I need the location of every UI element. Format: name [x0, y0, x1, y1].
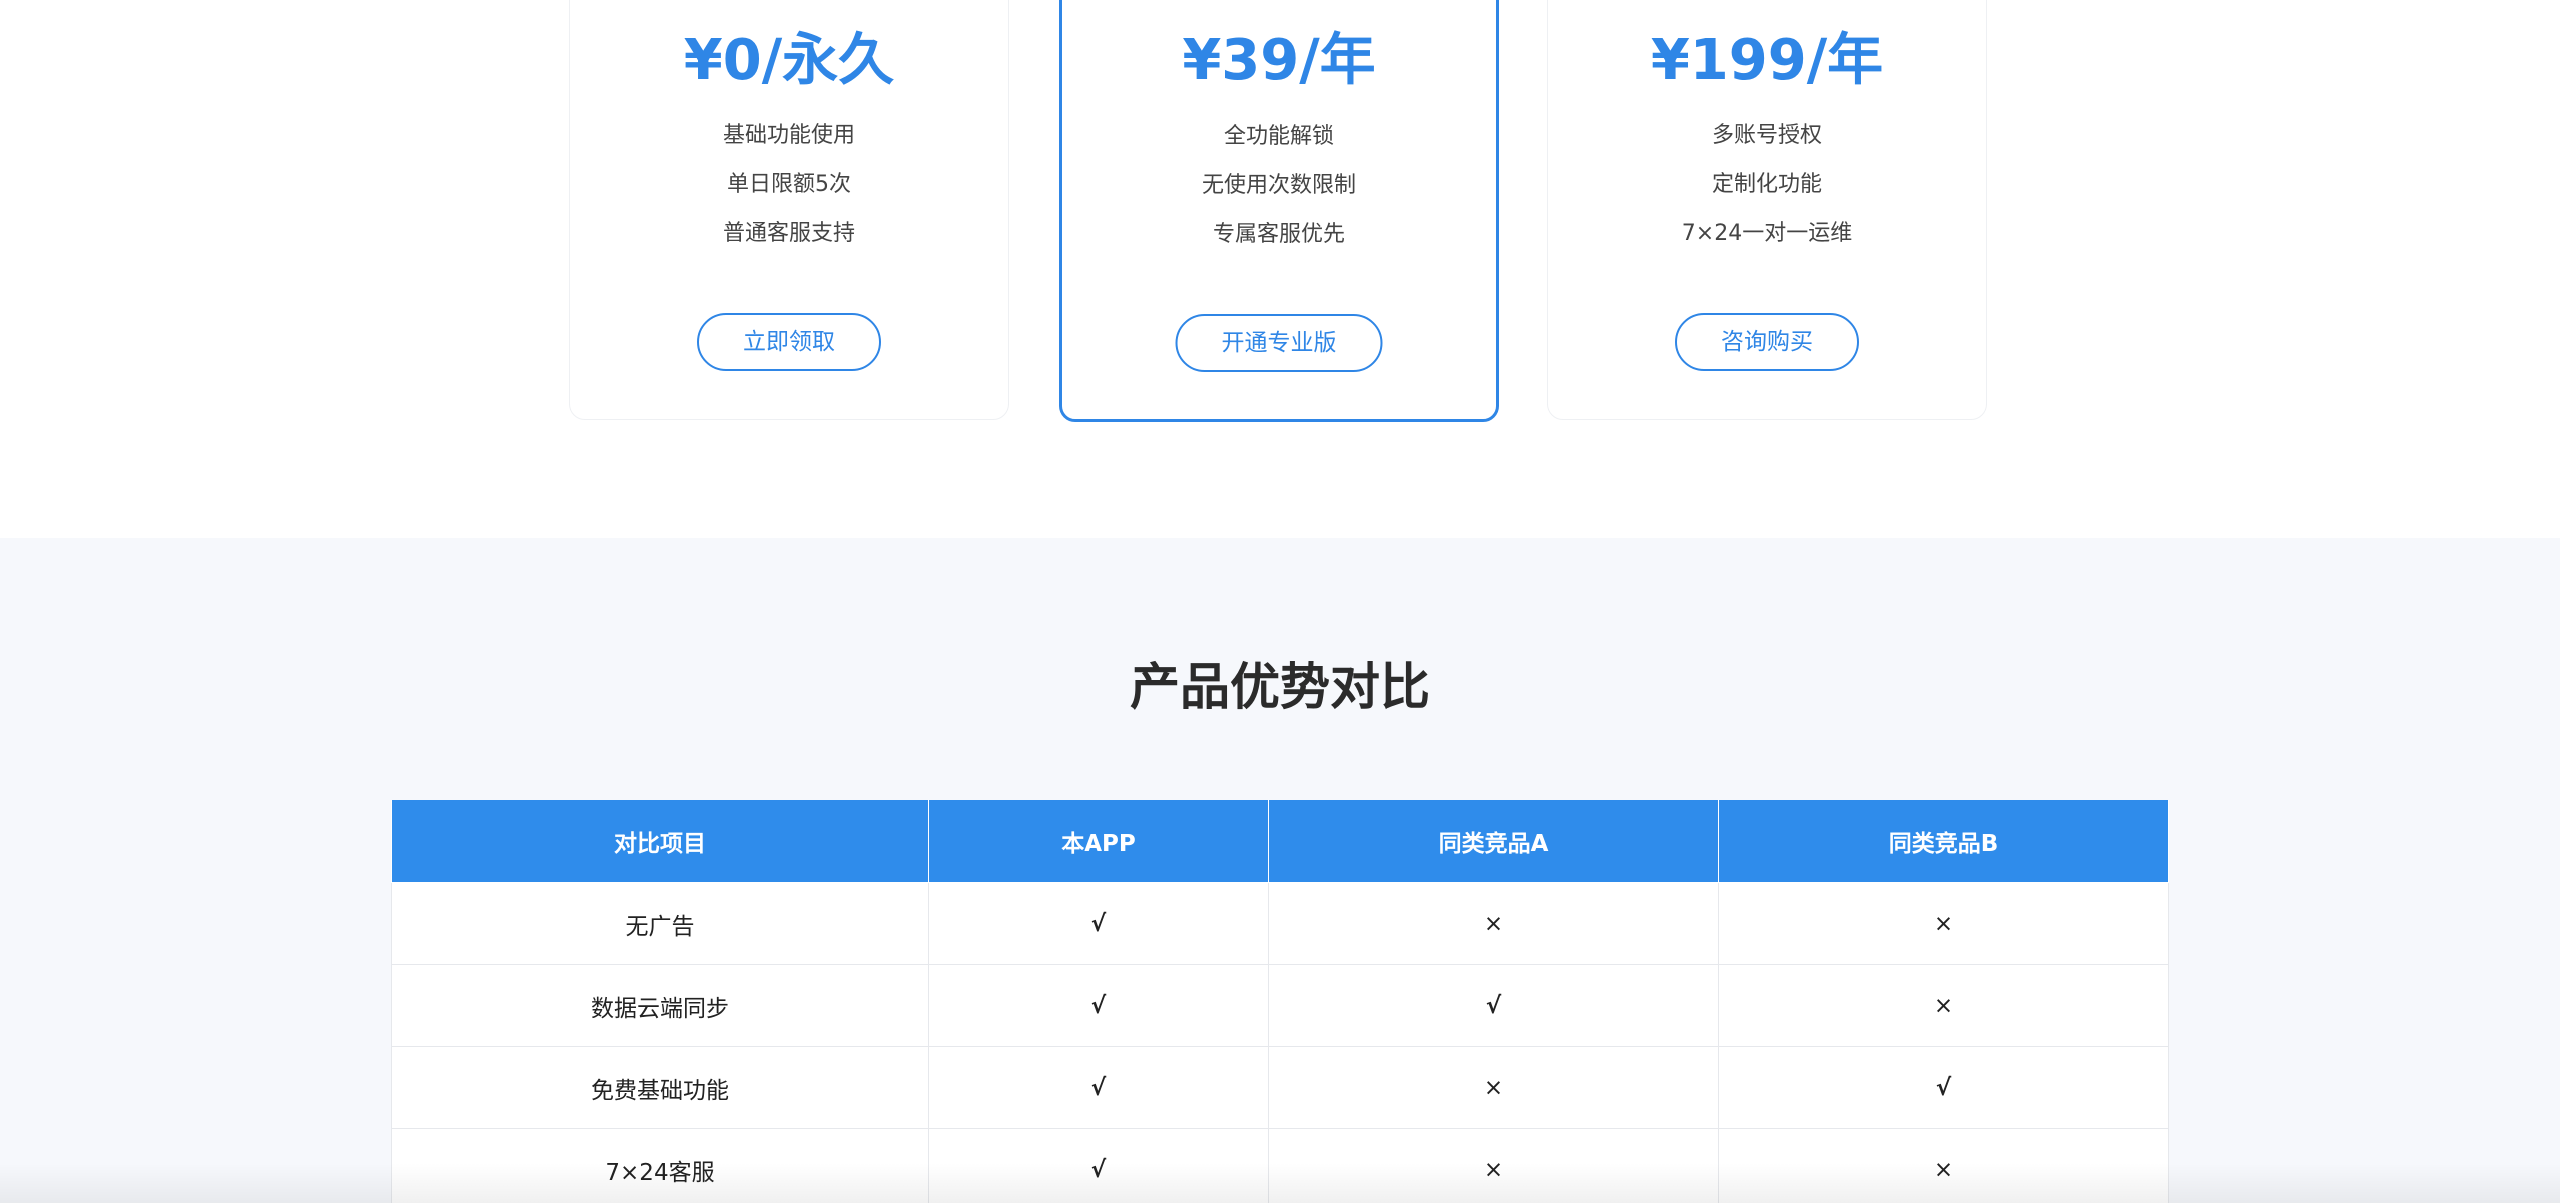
feature-cell: 数据云端同步	[391, 964, 929, 1047]
feature-item: 多账号授权	[1711, 123, 1822, 148]
consult-purchase-button[interactable]: 咨询购买	[1675, 313, 1859, 371]
claim-now-button[interactable]: 立即领取	[697, 313, 881, 371]
table-row: 免费基础功能 √ × √	[391, 1046, 2169, 1129]
pricing-card-pro: ¥39/年 全功能解锁 无使用次数限制 专属客服优先 开通专业版	[1059, 0, 1499, 422]
feature-cell: 7×24客服	[391, 1128, 929, 1203]
check-icon: √	[1268, 964, 1719, 1047]
feature-item: 定制化功能	[1711, 172, 1822, 197]
feature-cell: 无广告	[391, 882, 929, 965]
price-label: ¥39/年	[1182, 28, 1376, 93]
comparison-table: 对比项目 本APP 同类竞品A 同类竞品B 无广告 √ × × 数据云端同步 √…	[391, 800, 2169, 1203]
activate-pro-button[interactable]: 开通专业版	[1175, 314, 1383, 372]
comparison-section: 产品优势对比 对比项目 本APP 同类竞品A 同类竞品B 无广告 √ × × 数…	[0, 538, 2560, 1203]
check-icon: √	[928, 964, 1269, 1047]
price-label: ¥0/永久	[683, 28, 895, 93]
cross-icon: ×	[1718, 1128, 2169, 1203]
table-row: 7×24客服 √ × ×	[391, 1128, 2169, 1203]
feature-item: 基础功能使用	[722, 123, 855, 148]
feature-item: 普通客服支持	[722, 221, 855, 246]
column-header: 本APP	[928, 800, 1269, 883]
check-icon: √	[928, 1046, 1269, 1129]
cross-icon: ×	[1718, 882, 2169, 965]
cross-icon: ×	[1268, 1128, 1719, 1203]
cross-icon: ×	[1718, 964, 2169, 1047]
column-header: 同类竞品B	[1718, 800, 2169, 883]
table-header-row: 对比项目 本APP 同类竞品A 同类竞品B	[391, 800, 2169, 883]
check-icon: √	[928, 1128, 1269, 1203]
section-title: 产品优势对比	[1130, 658, 1430, 716]
column-header: 对比项目	[391, 800, 929, 883]
pricing-card-enterprise: ¥199/年 多账号授权 定制化功能 7×24一对一运维 咨询购买	[1547, 0, 1987, 420]
table-row: 数据云端同步 √ √ ×	[391, 964, 2169, 1047]
feature-item: 专属客服优先	[1212, 222, 1345, 247]
check-icon: √	[928, 882, 1269, 965]
table-row: 无广告 √ × ×	[391, 882, 2169, 965]
cross-icon: ×	[1268, 1046, 1719, 1129]
pricing-card-free: ¥0/永久 基础功能使用 单日限额5次 普通客服支持 立即领取	[569, 0, 1009, 420]
feature-item: 单日限额5次	[727, 172, 851, 197]
feature-item: 无使用次数限制	[1201, 173, 1356, 198]
pricing-section: ¥0/永久 基础功能使用 单日限额5次 普通客服支持 立即领取 ¥39/年 全功…	[0, 0, 2560, 538]
column-header: 同类竞品A	[1268, 800, 1719, 883]
feature-item: 7×24一对一运维	[1681, 221, 1853, 246]
check-icon: √	[1718, 1046, 2169, 1129]
feature-cell: 免费基础功能	[391, 1046, 929, 1129]
price-label: ¥199/年	[1650, 28, 1884, 93]
cross-icon: ×	[1268, 882, 1719, 965]
feature-item: 全功能解锁	[1223, 124, 1334, 149]
